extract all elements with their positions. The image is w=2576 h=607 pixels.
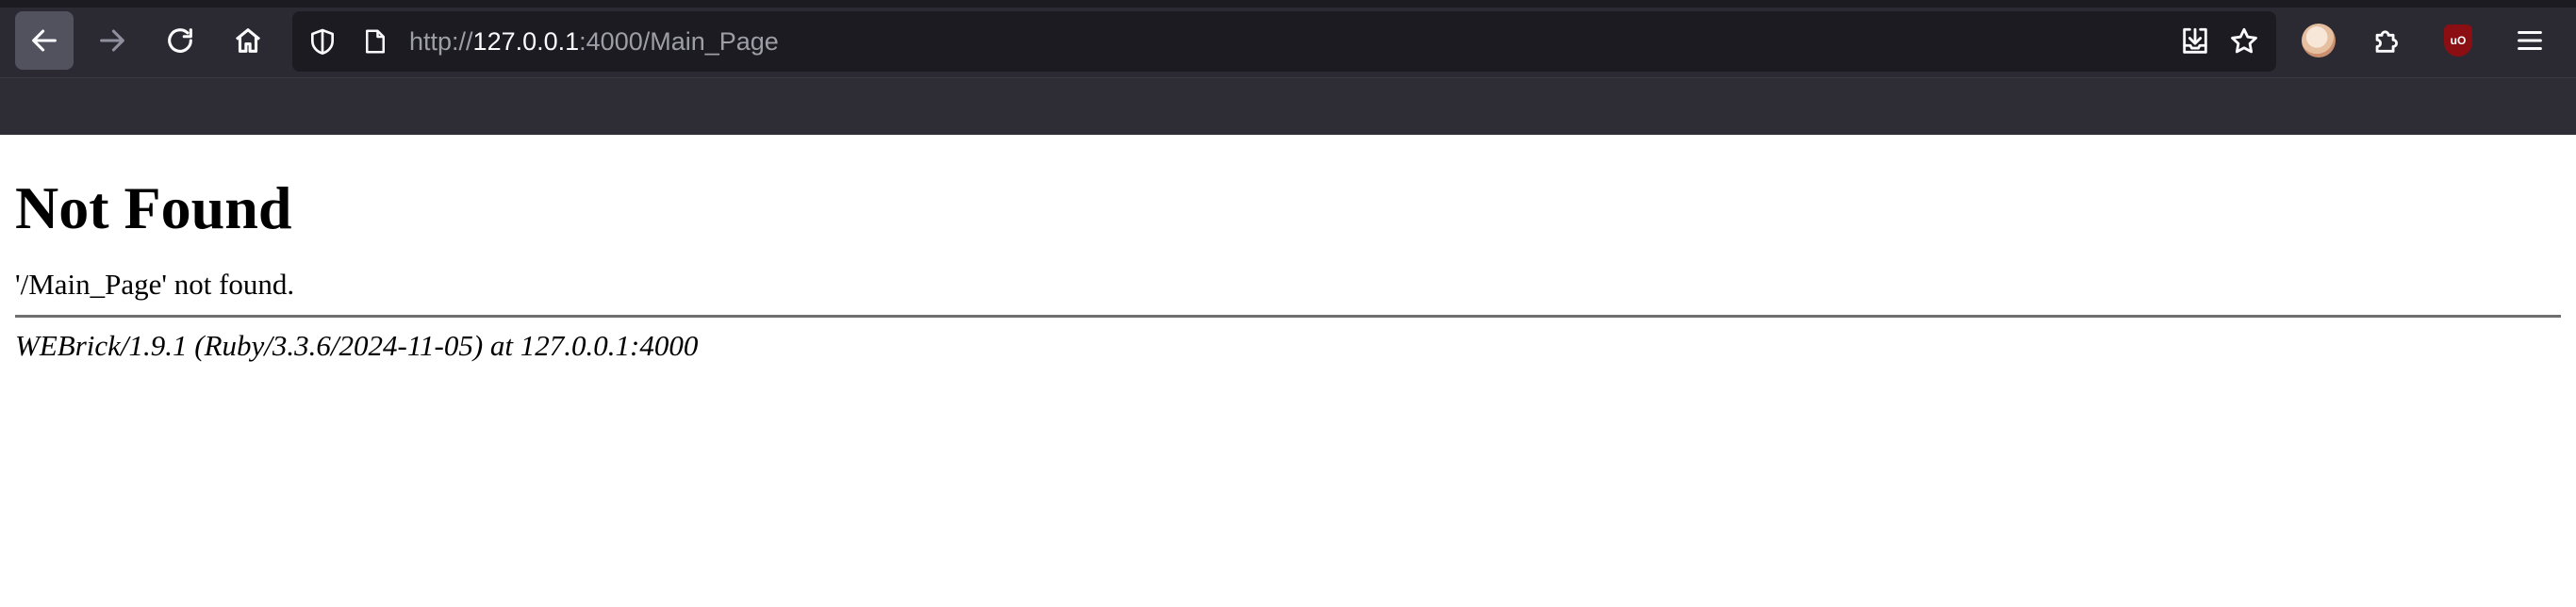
star-icon [2231,27,2257,54]
forward-button[interactable] [83,11,141,70]
ublock-label: uO [2450,34,2467,47]
save-to-pocket-button[interactable] [2178,25,2212,58]
page-icon [366,29,385,54]
reload-button[interactable] [151,11,209,70]
reload-icon [168,28,192,53]
server-signature: WEBrick/1.9.1 (Ruby/3.3.6/2024-11-05) at… [15,329,699,362]
url-scheme: http:// [409,27,473,56]
ublock-origin-icon: uO [2444,25,2472,57]
app-menu-button[interactable] [2501,11,2559,70]
arrow-left-icon [32,29,57,52]
tab-strip-edge [0,0,2576,8]
page-content: Not Found '/Main_Page' not found. WEBric… [15,134,2561,363]
error-message: '/Main_Page' not found. [15,268,295,301]
arrow-right-icon [100,29,124,52]
url-path: :4000/Main_Page [579,27,779,56]
home-icon [235,28,261,53]
browser-toolbar: http://127.0.0.1:4000/Main_Page uO [0,0,2576,135]
account-button[interactable] [2289,11,2348,70]
bookmarks-toolbar [0,77,2576,135]
page-info-button[interactable] [358,25,392,58]
avatar-icon [2302,24,2336,57]
back-button[interactable] [15,11,74,70]
divider [15,315,2561,318]
bookmark-button[interactable] [2227,25,2261,58]
extensions-button[interactable] [2357,11,2416,70]
tracking-protection-button[interactable] [305,25,339,58]
download-tray-icon [2183,27,2207,54]
ublock-origin-button[interactable]: uO [2429,11,2487,70]
home-button[interactable] [219,11,277,70]
url-text[interactable]: http://127.0.0.1:4000/Main_Page [409,11,779,72]
hamburger-menu-icon [2518,30,2542,51]
shield-icon [311,28,334,55]
address-bar[interactable]: http://127.0.0.1:4000/Main_Page [292,11,2276,72]
page-title: Not Found [15,174,292,241]
puzzle-icon [2375,30,2399,53]
url-host: 127.0.0.1 [472,27,580,56]
